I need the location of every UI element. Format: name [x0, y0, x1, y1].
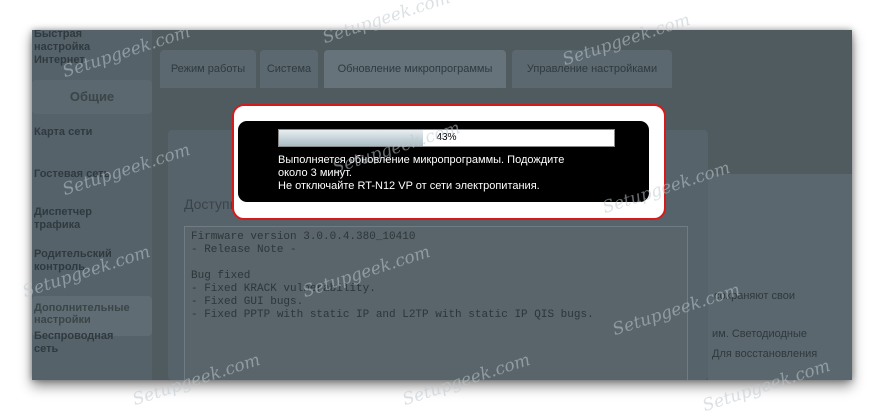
sidebar-item-label: Беспроводная [34, 330, 114, 342]
info-text: им. Светодиодные [712, 328, 807, 340]
tab-system[interactable]: Система [260, 50, 318, 88]
sidebar-item-wireless[interactable]: Беспроводная сеть [32, 330, 152, 356]
dialog-message-line: Не отключайте RT-N12 VP от сети электроп… [278, 180, 540, 192]
info-text: Для восстановления [712, 348, 818, 360]
sidebar-section-label: Дополнительные [34, 302, 130, 314]
sidebar-item-label: сеть [34, 343, 59, 355]
sidebar: Быстрая настройка Интернет Общие Карта с… [32, 30, 152, 380]
release-notes-textarea[interactable]: Firmware version 3.0.0.4.380_10410 - Rel… [184, 226, 688, 380]
sidebar-section-label: настройки [34, 314, 91, 326]
sidebar-item-label: Диспетчер [34, 206, 92, 218]
sidebar-item-label: трафика [34, 219, 81, 231]
sidebar-item-traffic-manager[interactable]: Диспетчер трафика [32, 206, 152, 232]
sidebar-section-general: Общие [32, 80, 152, 114]
tab-firmware-upgrade[interactable]: Обновление микропрограммы [324, 50, 506, 88]
dialog-message-line: около 3 минут. [278, 167, 352, 179]
sidebar-item-network-map[interactable]: Карта сети [32, 126, 152, 139]
tab-operation-mode[interactable]: Режим работы [160, 50, 256, 88]
sidebar-item-label: Карта сети [34, 126, 93, 138]
